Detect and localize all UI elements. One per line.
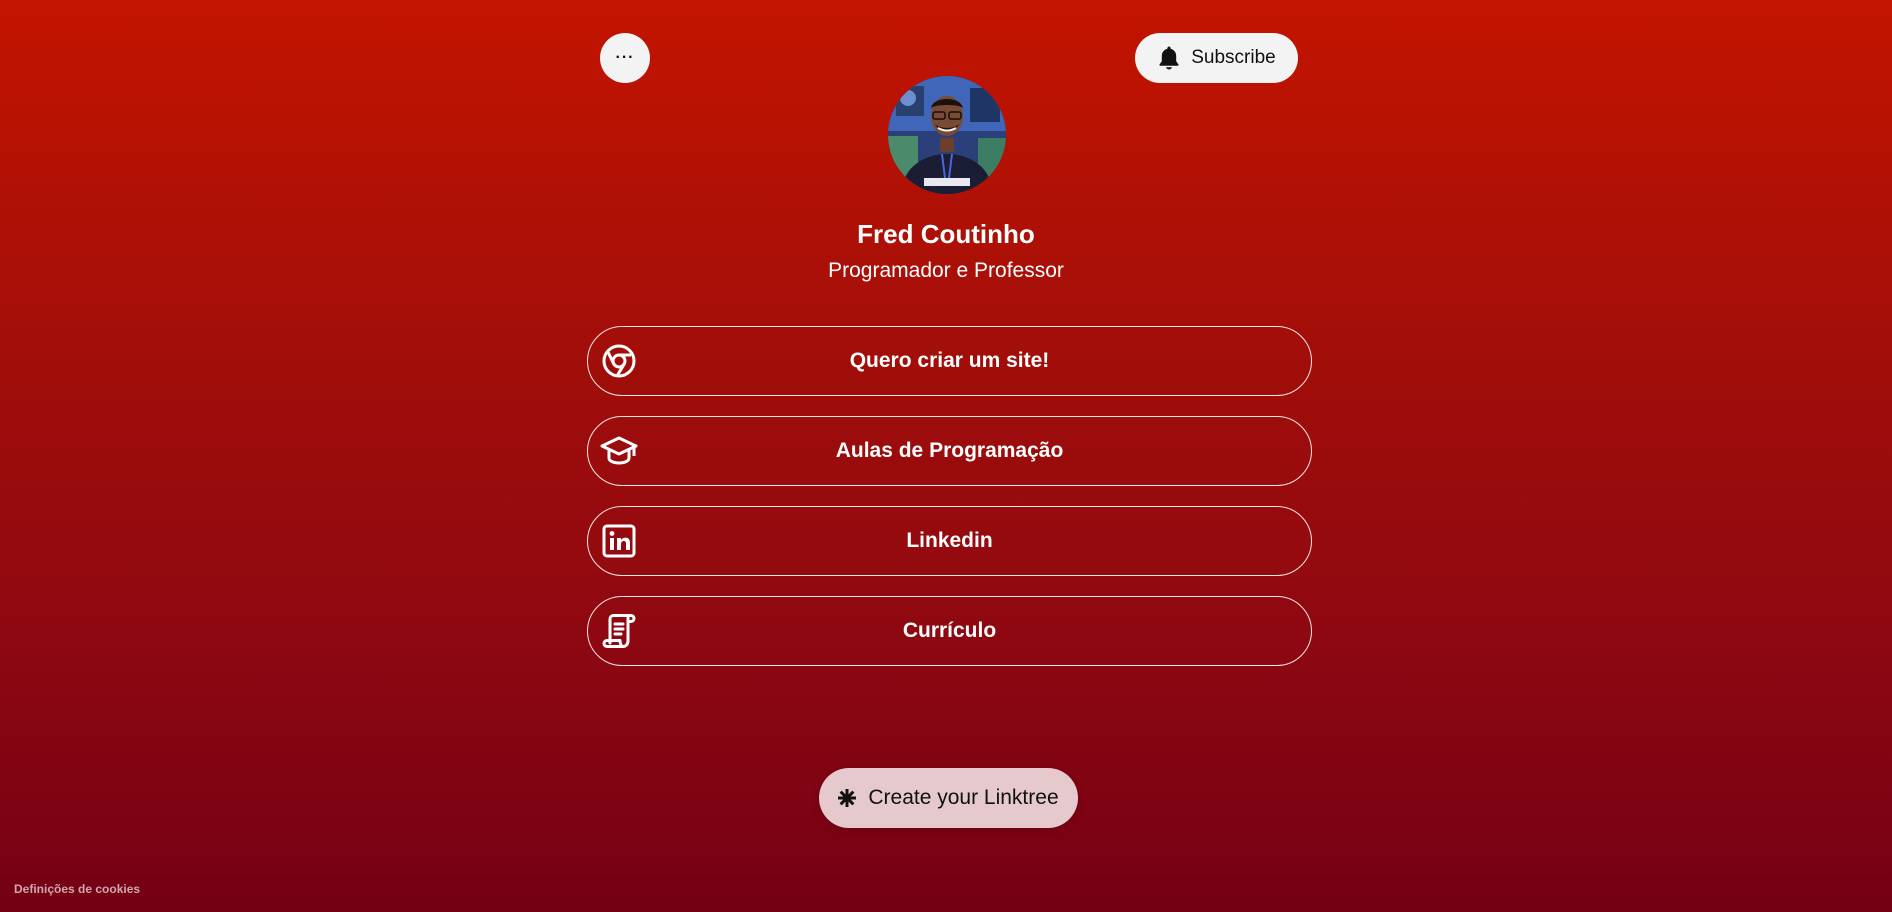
- linktree-asterisk-icon: [838, 789, 857, 807]
- link-aulas-de-programacao[interactable]: Aulas de Programação: [587, 416, 1312, 486]
- chrome-icon: [600, 342, 638, 380]
- profile-bio: Programador e Professor: [828, 259, 1064, 282]
- more-options-label: ···: [615, 49, 635, 66]
- link-label: Linkedin: [906, 529, 993, 552]
- subscribe-button[interactable]: Subscribe: [1135, 33, 1298, 83]
- profile-name: Fred Coutinho: [857, 219, 1035, 249]
- bell-icon: [1157, 45, 1181, 71]
- more-options-button[interactable]: ···: [600, 33, 650, 83]
- cookie-settings-link[interactable]: Definições de cookies: [14, 882, 140, 896]
- link-curriculo[interactable]: Currículo: [587, 596, 1312, 666]
- link-label: Aulas de Programação: [835, 439, 1064, 462]
- scroll-icon: [600, 612, 638, 650]
- avatar: [888, 76, 1006, 194]
- link-quero-criar-um-site[interactable]: Quero criar um site!: [587, 326, 1312, 396]
- link-label: Currículo: [902, 619, 997, 642]
- link-linkedin[interactable]: Linkedin: [587, 506, 1312, 576]
- create-linktree-label: Create your Linktree: [868, 786, 1059, 809]
- create-linktree-button[interactable]: Create your Linktree: [819, 768, 1078, 828]
- links-list: Quero criar um site! Aulas de Programaçã…: [587, 326, 1312, 686]
- graduation-cap-icon: [600, 432, 638, 470]
- linkedin-icon: [600, 522, 638, 560]
- subscribe-label: Subscribe: [1191, 47, 1276, 68]
- link-label: Quero criar um site!: [849, 349, 1050, 372]
